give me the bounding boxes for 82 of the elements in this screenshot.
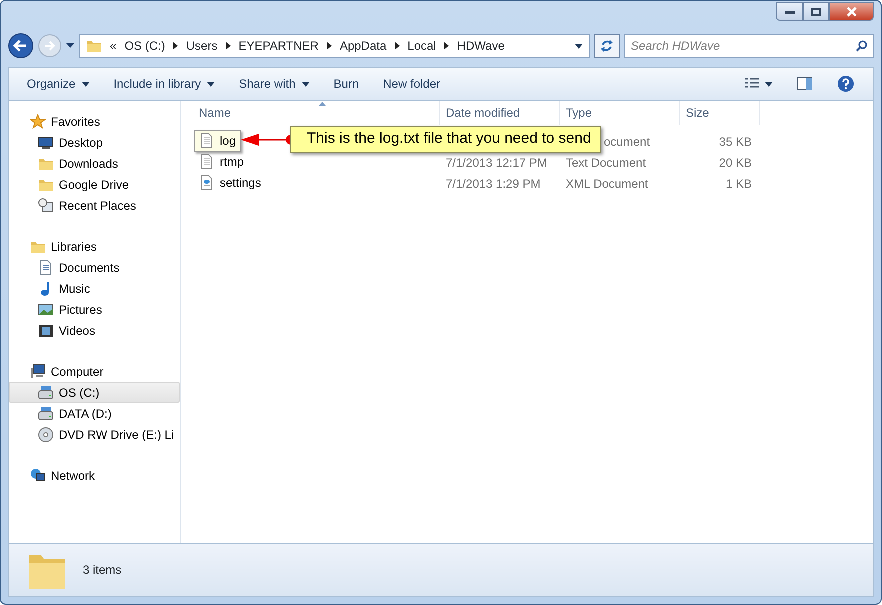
minimize-icon <box>784 10 794 14</box>
help-icon <box>837 75 855 93</box>
search-field[interactable]: Search HDWave <box>624 34 874 58</box>
chevron-icon <box>226 42 231 50</box>
recent-places-icon <box>38 198 54 214</box>
drive-icon <box>38 384 54 400</box>
sidebar-item[interactable]: Documents <box>9 257 180 278</box>
network-icon <box>30 468 46 484</box>
sort-arrow-icon <box>319 102 326 106</box>
sidebar-item[interactable]: Pictures <box>9 299 180 320</box>
toolbar-button[interactable]: New folder <box>373 72 450 96</box>
sidebar-item[interactable]: Downloads <box>9 153 180 174</box>
refresh-icon <box>600 39 614 53</box>
text-file-icon <box>199 132 215 148</box>
close-button[interactable] <box>829 2 874 21</box>
sidebar-group-header[interactable]: Computer <box>9 361 180 382</box>
search-icon <box>856 40 868 52</box>
size-cell: 20 KB <box>719 156 752 170</box>
preview-pane-icon <box>797 77 813 91</box>
breadcrumb-item[interactable]: Users <box>186 37 218 55</box>
chevron-icon <box>173 42 178 50</box>
size-cell: 35 KB <box>719 134 752 148</box>
breadcrumb-item[interactable]: OS (C:) <box>124 37 166 55</box>
text-file-icon <box>199 154 215 170</box>
sidebar-item[interactable]: Videos <box>9 320 180 341</box>
close-icon <box>846 6 858 16</box>
item-count: 3 items <box>83 562 122 579</box>
column-header[interactable]: Date modified <box>440 101 560 125</box>
column-header[interactable]: Size <box>680 101 760 125</box>
sidebar-item[interactable]: Music <box>9 278 180 299</box>
callout-note: This is the log.txt file that you need to send <box>290 126 601 153</box>
chevron-icon <box>326 42 332 50</box>
sidebar-item[interactable]: Desktop <box>9 132 180 153</box>
address-bar[interactable]: « OS (C:) Users EYEPARTNER AppData Local HDWave <box>79 34 590 58</box>
column-header[interactable]: Type <box>560 101 680 125</box>
dropdown-icon[interactable] <box>575 44 583 48</box>
menu-button[interactable]: Share with <box>229 72 320 96</box>
maximize-button[interactable] <box>803 2 829 21</box>
type-cell: XML Document <box>566 176 648 190</box>
sidebar-group-header[interactable]: Libraries <box>9 236 180 257</box>
breadcrumb-item[interactable]: AppData <box>340 37 387 55</box>
film-icon <box>38 322 54 338</box>
size-cell: 1 KB <box>726 176 752 190</box>
sidebar-item[interactable]: DATA (D:) <box>9 403 180 424</box>
sidebar-group-header[interactable]: Favorites <box>9 111 180 132</box>
back-icon[interactable] <box>8 33 34 59</box>
dropdown-icon[interactable] <box>66 43 75 49</box>
sidebar-item[interactable]: OS (C:) <box>9 382 180 403</box>
menu-button[interactable]: Organize <box>17 72 100 96</box>
chevron-icon <box>444 42 450 50</box>
type-cell: ocument <box>604 134 650 148</box>
breadcrumb-item[interactable]: Local <box>408 37 436 55</box>
date-cell: 7/1/2013 12:17 PM <box>446 156 548 170</box>
type-cell: Text Document <box>566 156 646 170</box>
sidebar-group-header[interactable]: Network <box>9 465 180 486</box>
monitor-icon <box>38 134 54 150</box>
document-icon <box>38 260 54 276</box>
caret-icon <box>765 82 773 86</box>
file-name[interactable]: log <box>194 130 242 152</box>
folder-icon <box>86 38 102 54</box>
computer-icon <box>30 364 46 380</box>
refresh-button[interactable] <box>594 34 620 58</box>
pictures-icon <box>38 302 54 318</box>
sidebar-item[interactable]: Recent Places <box>9 195 180 216</box>
drive-icon <box>38 406 54 422</box>
star-icon <box>30 114 46 130</box>
disc-drive-icon <box>38 426 54 442</box>
minimize-button[interactable] <box>776 2 803 21</box>
toolbar-button[interactable]: Burn <box>324 72 370 96</box>
chevron-icon <box>394 42 400 50</box>
sidebar-item[interactable]: Google Drive <box>9 174 180 195</box>
maximize-icon <box>811 8 821 16</box>
breadcrumb-item[interactable]: EYEPARTNER <box>238 37 319 55</box>
overflow-chevron[interactable]: « <box>110 37 117 55</box>
file-name[interactable]: settings <box>194 172 266 194</box>
sidebar-item[interactable]: DVD RW Drive (E:) Li <box>9 424 180 445</box>
date-cell: 7/1/2013 1:29 PM <box>446 176 541 190</box>
menu-button[interactable]: Include in library <box>104 72 226 96</box>
list-view-icon <box>745 78 759 90</box>
breadcrumb-item[interactable]: HDWave <box>457 37 505 55</box>
xml-file-icon <box>199 174 215 190</box>
file-name[interactable]: rtmp <box>194 150 249 172</box>
